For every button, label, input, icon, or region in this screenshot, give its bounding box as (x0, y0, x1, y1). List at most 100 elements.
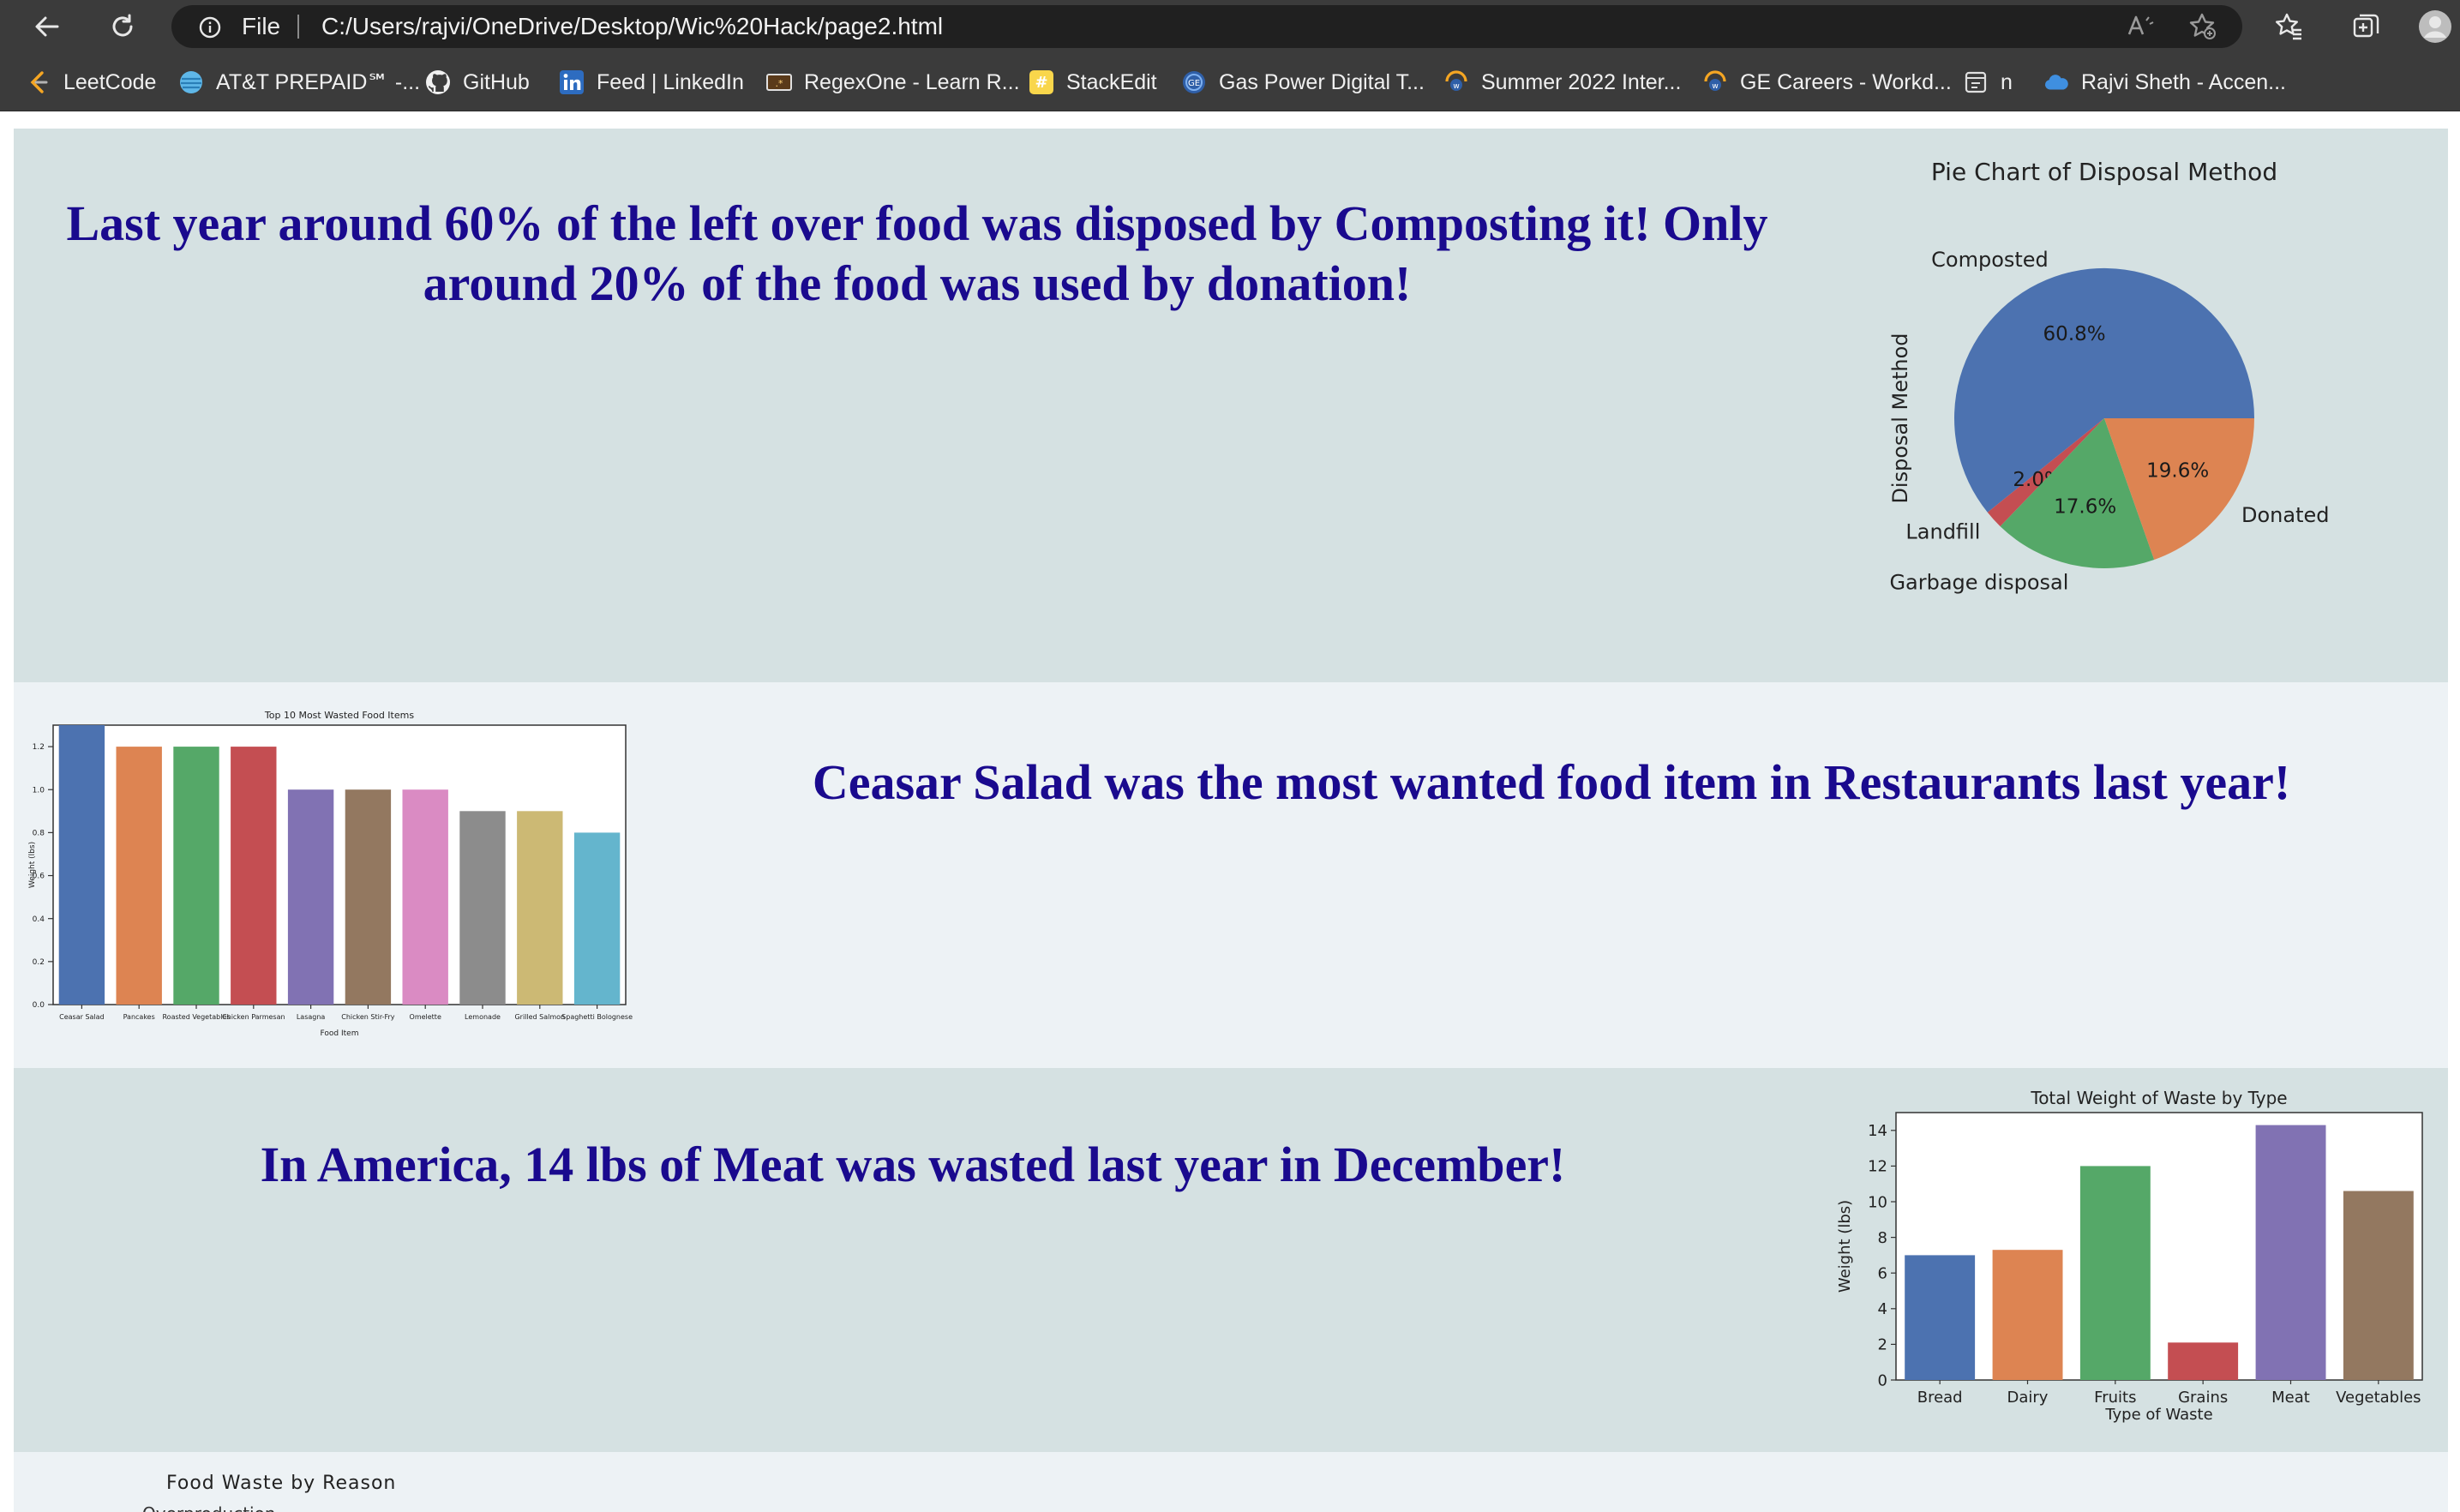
bookmark-label: GE Careers - Workd... (1740, 69, 1952, 94)
y-tick-label: 0.2 (33, 958, 45, 967)
svg-text:w: w (1712, 82, 1718, 91)
y-tick-label: 0.8 (33, 830, 45, 838)
bar-pancakes (116, 747, 162, 1005)
waste-by-type-bar-chart: Total Weight of Waste by Type 0 2 4 6 8 10 12 14… (1836, 1088, 2423, 1424)
x-tick-label: Meat (2271, 1389, 2310, 1407)
regexone-icon: .* (766, 69, 792, 95)
workday-icon: w (1443, 69, 1469, 95)
bar-chart-title: Top 10 Most Wasted Food Items (264, 710, 414, 721)
bookmark-gas-power[interactable]: GE Gas Power Digital T... (1181, 65, 1425, 99)
address-separator (297, 15, 299, 39)
bookmark-stackedit[interactable]: # StackEdit (1029, 65, 1157, 99)
bookmark-label: LeetCode (63, 69, 157, 94)
bookmark-label: GitHub (463, 69, 530, 94)
address-bar[interactable]: File C:/Users/rajvi/OneDrive/Desktop/Wic… (171, 5, 2242, 48)
bar-chicken-parmesan (231, 747, 277, 1005)
bookmark-regexone[interactable]: .* RegexOne - Learn R... (766, 65, 1020, 99)
meat-message: In America, 14 lbs of Meat was wasted la… (260, 1137, 1566, 1192)
plot-area (1895, 1112, 2423, 1381)
svg-text:w: w (1453, 82, 1459, 91)
x-tick-label: Spaghetti Bolognese (561, 1013, 633, 1021)
bookmark-label: Summer 2022 Inter... (1481, 69, 1682, 94)
x-tick-label: Ceasar Salad (59, 1013, 105, 1021)
reason-chart-first-label: Overproduction (142, 1503, 276, 1512)
x-tick-label: Lasagna (297, 1013, 326, 1021)
stackedit-icon: # (1029, 69, 1054, 95)
browser-toolbar: File C:/Users/rajvi/OneDrive/Desktop/Wic… (0, 0, 2460, 53)
y-tick-label: 0.4 (33, 915, 45, 924)
bookmark-github[interactable]: GitHub (425, 65, 530, 99)
bookmark-att[interactable]: AT&T PREPAID℠ -... (178, 65, 420, 99)
bookmark-ge-careers[interactable]: w GE Careers - Workd... (1702, 65, 1952, 99)
cloud-icon (2043, 69, 2069, 95)
disposal-message: Last year around 60% of the left over fo… (66, 195, 1768, 311)
pie-ylabel: Disposal Method (1888, 333, 1912, 503)
bookmarks-bar: LeetCode AT&T PREPAID℠ -... GitHub Feed … (0, 53, 2460, 111)
y-tick-label: 10 (1868, 1193, 1887, 1211)
x-tick-label: Omelette (410, 1013, 441, 1021)
bar-spaghetti-bolognese (573, 832, 621, 1005)
bookmark-n[interactable]: n (1963, 65, 2013, 99)
bar-grains (2168, 1342, 2239, 1380)
bookmark-linkedin[interactable]: Feed | LinkedIn (559, 65, 744, 99)
back-icon[interactable] (27, 7, 67, 46)
bookmark-leetcode[interactable]: LeetCode (26, 65, 156, 99)
wasted-items-bar-chart: Top 10 Most Wasted Food Items 0.0 0.2 0.4 0.… (28, 710, 633, 1038)
x-tick-label: Chicken Stir-Fry (341, 1013, 395, 1021)
y-tick-label: 1.0 (33, 786, 45, 795)
collections-icon[interactable] (2347, 7, 2386, 46)
bar-lemonade (459, 811, 506, 1005)
x-tick-label: Roasted Vegetables (162, 1013, 230, 1021)
y-tick-label: 12 (1868, 1158, 1887, 1176)
pie-slice-label: Landfill (1905, 519, 1980, 543)
y-tick-label: 6 (1878, 1265, 1887, 1283)
bar-roasted-vegetables (173, 747, 219, 1005)
page-icon (1963, 69, 1989, 95)
pie-slice-label: Donated (2241, 503, 2330, 527)
att-icon (178, 69, 204, 95)
favorites-icon[interactable] (2270, 7, 2309, 46)
linkedin-icon (559, 69, 585, 95)
bookmark-label: RegexOne - Learn R... (804, 69, 1020, 94)
x-tick-label: Vegetables (2336, 1389, 2421, 1407)
address-url[interactable]: C:/Users/rajvi/OneDrive/Desktop/Wic%20Ha… (321, 5, 943, 48)
bar-chart-title: Total Weight of Waste by Type (2030, 1088, 2287, 1108)
bar-grilled-salmon (517, 811, 563, 1005)
y-tick-label: 14 (1868, 1122, 1887, 1140)
disposal-pie-chart: Pie Chart of Disposal Method Disposal Met… (1888, 158, 2330, 595)
bar-bread (1905, 1255, 1976, 1380)
read-aloud-icon[interactable] (2124, 7, 2158, 46)
bar-dairy (1992, 1250, 2063, 1380)
y-tick-label: 2 (1878, 1336, 1887, 1354)
pie-percent-label: 17.6% (2054, 496, 2116, 519)
address-scheme: File (242, 13, 281, 39)
bookmark-rajvi-sheth[interactable]: Rajvi Sheth - Accen... (2043, 65, 2286, 99)
pie-percent-label: 60.8% (2043, 323, 2106, 345)
bar-ceasar-salad (58, 725, 105, 1005)
most-wasted-message: Ceasar Salad was the most wanted food it… (812, 754, 2291, 810)
refresh-icon[interactable] (103, 7, 142, 46)
profile-icon[interactable] (2415, 7, 2455, 46)
info-icon[interactable] (199, 16, 221, 43)
x-axis-label: Type of Waste (2104, 1406, 2212, 1424)
add-favorite-icon[interactable] (2186, 7, 2220, 46)
bookmark-summer-2022[interactable]: w Summer 2022 Inter... (1443, 65, 1681, 99)
y-tick-label: 4 (1878, 1300, 1887, 1318)
y-tick-label: 0.0 (33, 1001, 45, 1010)
bookmark-label: Feed | LinkedIn (597, 69, 744, 94)
bookmark-label: Rajvi Sheth - Accen... (2081, 69, 2287, 94)
svg-text:GE: GE (1188, 79, 1200, 88)
bookmark-label: StackEdit (1066, 69, 1157, 94)
x-tick-label: Dairy (2007, 1389, 2049, 1407)
ge-icon: GE (1181, 69, 1207, 95)
bookmark-label: Gas Power Digital T... (1219, 69, 1425, 94)
bookmark-label: AT&T PREPAID℠ -... (216, 70, 421, 94)
bar-vegetables (2343, 1191, 2414, 1380)
y-axis-label: Weight (lbs) (28, 842, 37, 888)
pie-slice-label: Garbage disposal (1889, 571, 2068, 595)
pie-slice-label: Composted (1931, 248, 2049, 272)
x-tick-label: Lemonade (465, 1013, 501, 1021)
y-tick-label: 0 (1878, 1371, 1887, 1389)
x-tick-label: Pancakes (123, 1013, 155, 1021)
y-tick-label: 1.2 (33, 743, 45, 752)
